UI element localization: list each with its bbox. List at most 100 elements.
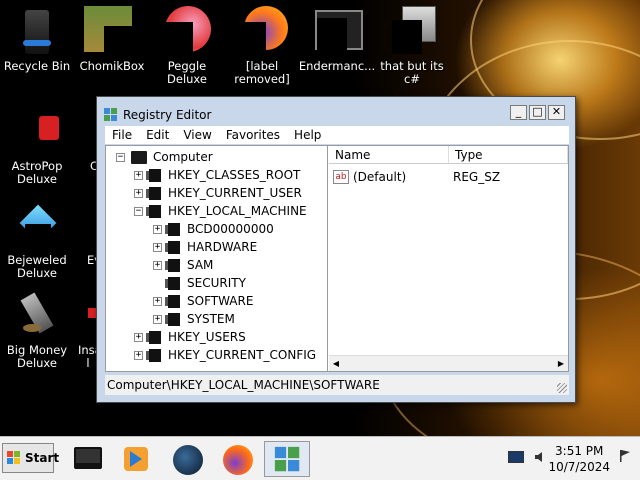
tree-item-hkcr[interactable]: + HKEY_CLASSES_ROOT: [134, 166, 300, 184]
horizontal-scrollbar[interactable]: ◀ ▶: [329, 355, 568, 371]
tree-item-label: SAM: [187, 258, 214, 272]
chomikbox-icon: [84, 6, 134, 54]
files-icon: [390, 6, 436, 54]
desktop-icon-big-money[interactable]: Big Money Deluxe: [0, 292, 77, 370]
tree-item-computer[interactable]: − Computer: [116, 148, 213, 166]
tree-item-label: HKEY_CURRENT_CONFIG: [168, 348, 317, 362]
tree-item-hardware[interactable]: + HARDWARE: [153, 238, 257, 256]
peggle-icon: [163, 6, 211, 54]
volume-icon[interactable]: [534, 450, 548, 464]
taskbar: Start 3:51 PM 10/7/2024: [0, 436, 640, 480]
menu-file[interactable]: File: [105, 128, 139, 142]
close-button[interactable]: ✕: [548, 105, 565, 120]
expand-icon[interactable]: +: [134, 332, 143, 342]
folder-icon: [165, 258, 180, 272]
value-type: REG_SZ: [453, 170, 501, 184]
clock[interactable]: 3:51 PM 10/7/2024: [548, 443, 610, 475]
desktop-icon-astropop[interactable]: AstroPop Deluxe: [0, 110, 77, 186]
tree-item-label: SECURITY: [187, 276, 246, 290]
maximize-button[interactable]: □: [529, 105, 546, 120]
tree-item-sam[interactable]: + SAM: [153, 256, 213, 274]
tree-item-hku[interactable]: + HKEY_USERS: [134, 328, 246, 346]
minimize-button[interactable]: _: [510, 105, 527, 120]
start-button[interactable]: Start: [2, 443, 59, 473]
desktop-icon-label: Bejeweled Deluxe: [7, 253, 67, 280]
desktop-icon-partial[interactable]: Insa l: [78, 294, 98, 370]
flag-icon[interactable]: [618, 449, 632, 463]
tree-item-hklm[interactable]: − HKEY_LOCAL_MACHINE: [134, 202, 307, 220]
desktop-icon-peggle[interactable]: Peggle Deluxe: [147, 6, 227, 86]
expand-icon[interactable]: +: [134, 188, 143, 198]
tree-item-label: BCD00000000: [187, 222, 274, 236]
menu-favorites[interactable]: Favorites: [219, 128, 287, 142]
media-player-icon[interactable]: [120, 443, 152, 475]
expand-icon[interactable]: +: [134, 170, 143, 180]
regedit-taskbar-button[interactable]: [264, 441, 310, 477]
tree-item-label: SYSTEM: [187, 312, 235, 326]
menu-view[interactable]: View: [176, 128, 218, 142]
expand-icon[interactable]: +: [153, 260, 162, 270]
menu-edit[interactable]: Edit: [139, 128, 176, 142]
desktop-icon-recycle-bin[interactable]: Recycle Bin: [0, 10, 77, 73]
tree-item-label: SOFTWARE: [187, 294, 254, 308]
folder-icon: [146, 348, 161, 362]
folder-icon: [146, 204, 161, 218]
desktop-icon-label: l: [86, 356, 90, 370]
tree-item-security[interactable]: SECURITY: [153, 274, 246, 292]
desktop-icon-label: Endermanc...: [298, 59, 376, 73]
partial-icon: [78, 294, 98, 338]
menu-help[interactable]: Help: [287, 128, 328, 142]
tree-item-label: HKEY_CLASSES_ROOT: [168, 168, 301, 182]
desktop-icon-endermanch[interactable]: Endermanc...: [297, 10, 377, 73]
expand-icon[interactable]: +: [153, 224, 162, 234]
scroll-left-icon[interactable]: ◀: [329, 359, 343, 368]
bejeweled-icon: [15, 204, 59, 248]
network-icon[interactable]: [508, 451, 524, 463]
tree-line: [153, 279, 162, 288]
tree-item-software[interactable]: + SOFTWARE: [153, 292, 253, 310]
clock-time: 3:51 PM: [555, 444, 604, 458]
column-type[interactable]: Type: [449, 146, 568, 163]
tree-item-label: Computer: [153, 150, 213, 164]
folder-icon: [165, 312, 180, 326]
list-header: Name Type: [329, 146, 568, 164]
firefox-icon[interactable]: [222, 443, 254, 475]
tree-item-bcd[interactable]: + BCD00000000: [153, 220, 274, 238]
folder-icon: [146, 186, 161, 200]
desktop-icon-firefox-shortcut[interactable]: [label removed]: [222, 6, 302, 86]
tree-item-label: HKEY_USERS: [168, 330, 246, 344]
list-item[interactable]: ab (Default) REG_SZ: [333, 168, 500, 186]
desktop-icon-chomikbox[interactable]: ChomikBox: [72, 6, 152, 73]
clock-date: 10/7/2024: [548, 460, 610, 474]
window-titlebar[interactable]: Registry Editor _ □ ✕: [103, 105, 569, 125]
expand-icon[interactable]: +: [153, 242, 162, 252]
column-name[interactable]: Name: [329, 146, 449, 163]
collapse-icon[interactable]: −: [134, 206, 143, 216]
values-list[interactable]: Name Type ab (Default) REG_SZ ◀ ▶: [329, 146, 568, 371]
desktop-icon-label: Big Money Deluxe: [6, 343, 68, 370]
scroll-right-icon[interactable]: ▶: [554, 359, 568, 368]
registry-editor-window[interactable]: Registry Editor _ □ ✕ File Edit View Fav…: [96, 96, 576, 403]
expand-icon[interactable]: +: [153, 314, 162, 324]
start-label: Start: [25, 451, 60, 465]
tree-item-hkcu[interactable]: + HKEY_CURRENT_USER: [134, 184, 302, 202]
tree-item-system[interactable]: + SYSTEM: [153, 310, 235, 328]
desktop-icon-label: [label removed]: [234, 59, 290, 86]
key-tree[interactable]: − Computer + HKEY_CLASSES_ROOT + HKEY_CU…: [106, 146, 328, 371]
desktop-icon-label: Recycle Bin: [3, 59, 71, 73]
regedit-icon: [103, 107, 119, 123]
desktop-icon-label: AstroPop Deluxe: [11, 159, 63, 186]
desktop-icon-bejeweled[interactable]: Bejeweled Deluxe: [0, 204, 77, 280]
astropop-icon: [15, 110, 59, 154]
collapse-icon[interactable]: −: [116, 152, 125, 162]
terminal-icon[interactable]: [72, 443, 104, 475]
resize-grip-icon[interactable]: [557, 383, 567, 393]
tree-item-hkcc[interactable]: + HKEY_CURRENT_CONFIG: [134, 346, 316, 364]
globe-icon[interactable]: [172, 443, 204, 475]
window-title: Registry Editor: [123, 108, 212, 122]
desktop-icon-label: Insa: [78, 343, 98, 357]
expand-icon[interactable]: +: [153, 296, 162, 306]
expand-icon[interactable]: +: [134, 350, 143, 360]
desktop-icon-that-but-its-csharp[interactable]: that but its c#: [372, 6, 452, 86]
menu-bar: File Edit View Favorites Help: [105, 126, 569, 144]
